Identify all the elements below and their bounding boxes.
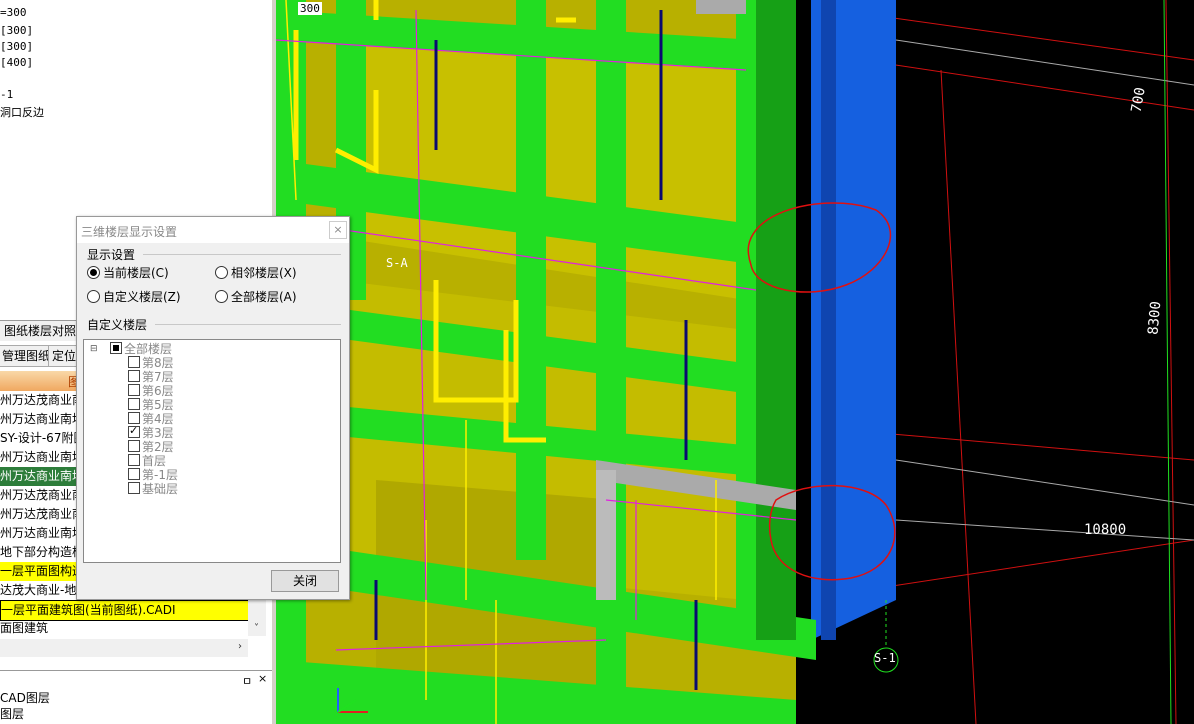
tree-label: 第-1层 <box>142 468 178 482</box>
tab-drawing-floor-map[interactable]: 图纸楼层对照 <box>0 321 82 341</box>
radio-all-floors[interactable]: 全部楼层(A) <box>215 288 297 305</box>
button-label: 定位 <box>52 349 77 363</box>
checkbox[interactable] <box>110 342 122 354</box>
radio-label: 自定义楼层(Z) <box>103 290 181 304</box>
row-label: 一层平面建筑图(当前图纸).CADI <box>1 603 176 617</box>
property-line: =300 <box>0 6 27 19</box>
radio-custom-floor[interactable]: 自定义楼层(Z) <box>87 288 181 305</box>
row-label: 州万达茂商业南 <box>0 507 85 521</box>
close-icon[interactable]: × <box>258 672 267 685</box>
row-label: 州万达茂商业南 <box>0 393 85 407</box>
dimension-8300-label: 8300 <box>1145 300 1165 336</box>
radio-label: 全部楼层(A) <box>231 290 297 304</box>
floor-tree: ⊟ 全部楼层 第8层第7层第6层第5层第4层第3层第2层首层第-1层基础层 <box>83 339 341 563</box>
pin-icon[interactable]: ㅁ <box>242 673 252 689</box>
tree-label: 基础层 <box>142 482 179 496</box>
close-icon[interactable]: × <box>329 221 347 239</box>
property-line: [300] <box>0 24 34 37</box>
tree-label: 第4层 <box>142 412 174 426</box>
radio-dot <box>87 266 100 279</box>
tree-item-floor[interactable]: 第3层 <box>128 424 174 440</box>
dialog-titlebar[interactable]: 三维楼层显示设置 × <box>77 217 349 243</box>
scroll-down-icon[interactable]: ˅ <box>254 623 259 634</box>
tree-item-floor[interactable]: 第5层 <box>128 398 174 412</box>
row-label: 州万达商业南均 <box>0 450 85 464</box>
dimension-10800-label: 10800 <box>1084 522 1127 538</box>
radio-dot <box>215 266 228 279</box>
dialog-title: 三维楼层显示设置 <box>81 225 178 239</box>
tree-item-floor[interactable]: 第6层 <box>128 384 174 398</box>
tree-label: 第2层 <box>142 440 174 454</box>
top-dimension-label: 300 <box>298 2 322 15</box>
tree-item-floor[interactable]: 基础层 <box>128 482 178 496</box>
radio-adjacent-floor[interactable]: 相邻楼层(X) <box>215 264 297 281</box>
checkbox[interactable] <box>128 370 140 382</box>
row-label: 一层平面图构造 <box>0 564 85 578</box>
layer-item[interactable]: 图层 <box>0 705 24 722</box>
tree-label: 第5层 <box>142 398 174 412</box>
table-row[interactable]: 面图建筑1 <box>0 619 248 638</box>
tree-label: 第7层 <box>142 370 174 384</box>
checkbox[interactable] <box>128 384 140 396</box>
property-line: 洞口反边 <box>0 106 44 119</box>
property-line: [300] <box>0 40 34 53</box>
radio-dot <box>215 290 228 303</box>
axis-label-s1: S-1 <box>874 651 896 665</box>
3d-viewport[interactable]: 300 700 8300 10800 S-1 S-A <box>276 0 1194 724</box>
button-label: 管理图纸 <box>2 349 51 363</box>
property-line: -1 <box>0 88 14 101</box>
tree-item-floor[interactable]: 首层 <box>128 454 166 468</box>
checkbox[interactable] <box>128 398 140 410</box>
layer-item[interactable]: CAD图层 <box>0 689 50 706</box>
horizontal-scrollbar[interactable]: › <box>0 639 248 657</box>
tab-label: 图纸楼层对照 <box>4 324 77 338</box>
manage-drawings-button[interactable]: 管理图纸 <box>0 345 55 367</box>
checkbox[interactable] <box>128 468 140 480</box>
divider <box>155 324 341 325</box>
radio-dot <box>87 290 100 303</box>
display-settings-label: 显示设置 <box>87 248 136 262</box>
tree-label: 第8层 <box>142 356 174 370</box>
checkbox[interactable] <box>128 356 140 368</box>
collapse-icon[interactable]: ⊟ <box>90 344 98 354</box>
divider <box>143 254 341 255</box>
property-line: [400] <box>0 56 34 69</box>
checkbox[interactable] <box>128 482 140 494</box>
tree-item-floor[interactable]: 第2层 <box>128 440 174 454</box>
tree-item-floor[interactable]: 第8层 <box>128 356 174 370</box>
tree-label: 第6层 <box>142 384 174 398</box>
tree-item-floor[interactable]: 第-1层 <box>128 468 178 482</box>
checkbox[interactable] <box>128 440 140 452</box>
layer-panel: ㅁ × CAD图层 图层 <box>0 670 272 724</box>
3d-floor-display-dialog: 三维楼层显示设置 × 显示设置 当前楼层(C) 相邻楼层(X) 自定义楼层(Z)… <box>76 216 350 600</box>
close-button[interactable]: 关闭 <box>271 570 339 592</box>
3d-model-drawing <box>276 0 1194 724</box>
row-label: 地下部分构造柱 <box>0 545 85 559</box>
tree-item-all-floors[interactable]: 全部楼层 <box>110 342 172 356</box>
radio-label: 当前楼层(C) <box>103 266 169 280</box>
scroll-right-icon[interactable]: › <box>238 641 242 652</box>
checkbox[interactable] <box>128 454 140 466</box>
row-label: SY-设计-67附图 <box>0 431 86 445</box>
row-label: 面图建筑 <box>0 621 49 635</box>
tree-label: 全部楼层 <box>124 342 173 356</box>
tree-item-floor[interactable]: 第7层 <box>128 370 174 384</box>
tree-label: 第3层 <box>142 426 174 440</box>
custom-floor-label: 自定义楼层 <box>87 318 148 332</box>
row-label: 州万达商业南均 <box>0 412 85 426</box>
radio-current-floor[interactable]: 当前楼层(C) <box>87 264 169 281</box>
tree-label: 首层 <box>142 454 167 468</box>
axis-label-sa: S-A <box>386 256 408 270</box>
row-label: 州万达茂商业南 <box>0 488 85 502</box>
radio-label: 相邻楼层(X) <box>231 266 297 280</box>
checkbox[interactable] <box>128 424 140 438</box>
table-row[interactable]: 一层平面建筑图(当前图纸).CADI1 <box>0 600 250 621</box>
row-label: 州万达商业南均 <box>0 526 85 540</box>
checkbox[interactable] <box>128 412 140 424</box>
row-label: 州万达商业南均 <box>0 469 85 483</box>
